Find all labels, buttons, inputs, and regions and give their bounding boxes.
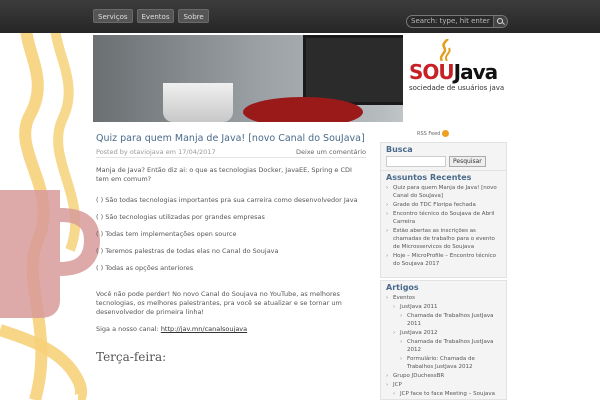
sidebar: RSS Feed Busca Pesquisar Assuntos Recent… <box>380 128 507 400</box>
widget-articles: Artigos Eventos JustJava 2011 Chamada de… <box>380 280 507 400</box>
mug-image <box>163 83 233 122</box>
article-item[interactable]: JustJava 2012 <box>393 329 501 337</box>
recent-list: Quiz para quem Manja de Java! [novo Cana… <box>381 184 506 268</box>
quiz-option: ( ) Todas as opções anteriores <box>96 264 194 272</box>
recent-item[interactable]: Encontro técnico do Soujava de Abril Car… <box>386 210 501 226</box>
soujava-logo: SOUJava <box>409 60 498 84</box>
rss-icon <box>442 130 450 137</box>
quiz-option: ( ) São tecnologias utilizadas por grand… <box>96 213 265 221</box>
post-meta-on: em <box>165 148 177 156</box>
quiz-option: ( ) Todas tem implementações open source <box>96 230 237 238</box>
widget-recent-title: Assuntos Recentes <box>386 173 472 182</box>
nav-item-servicos[interactable]: Serviços <box>93 9 133 23</box>
recent-item[interactable]: Hoje – MicroProfile – Encontro técnico d… <box>386 252 501 268</box>
post-body: Manja de Java? Então diz ai: o que as te… <box>96 166 366 334</box>
articles-list: Eventos JustJava 2011 Chamada de Trabalh… <box>381 294 506 398</box>
logo-java-text: Java <box>453 60 498 84</box>
article-item[interactable]: JCP <box>386 381 501 389</box>
widget-recent: Assuntos Recentes Quiz para quem Manja d… <box>380 170 507 278</box>
logo-sou-text: SOU <box>409 60 455 84</box>
search-icon[interactable] <box>493 16 507 27</box>
widget-search: Busca Pesquisar <box>380 142 507 172</box>
comments-link[interactable]: Deixe um comentário <box>296 148 366 156</box>
top-nav: Serviços Eventos Sobre <box>93 9 209 23</box>
top-search: Search: type, hit enter <box>406 15 508 28</box>
sidebar-search-button[interactable]: Pesquisar <box>449 156 486 167</box>
widget-search-title: Busca <box>386 145 413 154</box>
article-item[interactable]: JustJava 2011 <box>393 303 501 311</box>
nav-item-eventos[interactable]: Eventos <box>136 9 175 23</box>
post-meta-prefix: Posted by <box>96 148 128 156</box>
sidebar-search-input[interactable] <box>386 156 446 167</box>
recent-item[interactable]: Estão abertas as inscrições as chamadas … <box>386 227 501 251</box>
next-heading: Terça-feira: <box>96 350 167 364</box>
post-follow: Siga a nosso canal: http://jav.mn/canals… <box>96 325 366 334</box>
top-bar: Serviços Eventos Sobre Search: type, hit… <box>0 0 600 33</box>
post-cta: Você não pode perder! No novo Canal do S… <box>96 290 342 316</box>
rss-label: RSS Feed <box>417 130 441 137</box>
post-date: 17/04/2017 <box>178 148 216 156</box>
steam-logo-icon <box>439 39 451 61</box>
article-item[interactable]: JCP face to face Meeting – Soujava <box>393 390 501 398</box>
article-item[interactable]: Formulário: Chamada de Trabalhos JustJav… <box>400 355 501 371</box>
recent-item[interactable]: Quiz para quem Manja de Java! [novo Cana… <box>386 184 501 200</box>
article-item[interactable]: Chamada de Trabalhos JustJava 2011 <box>400 312 501 328</box>
nav-item-sobre[interactable]: Sobre <box>178 9 209 23</box>
quiz-option: ( ) São todas tecnologias importantes pr… <box>96 196 358 204</box>
post-intro: Manja de Java? Então diz ai: o que as te… <box>96 166 352 183</box>
article-item[interactable]: Grupo JDuchessBR <box>386 372 501 380</box>
channel-link[interactable]: http://jav.mn/canalsoujava <box>161 325 247 333</box>
widget-articles-title: Artigos <box>386 283 419 292</box>
post-author[interactable]: otaviojava <box>130 148 164 156</box>
recent-item[interactable]: Grade do TDC Floripa fechada <box>386 201 501 209</box>
header-banner[interactable]: SOUJava sociedade de usuários java <box>93 35 507 122</box>
main-content: Quiz para quem Manja de Java! [novo Cana… <box>96 133 366 364</box>
rss-feed[interactable]: RSS Feed <box>417 130 450 137</box>
article-item[interactable]: Chamada de Trabalhos JustJava 2012 <box>400 338 501 354</box>
article-item[interactable]: Eventos <box>386 294 501 302</box>
logo-subtitle: sociedade de usuários java <box>409 84 505 92</box>
top-search-input[interactable]: Search: type, hit enter <box>407 16 493 27</box>
follow-text: Siga a nosso canal: <box>96 325 159 333</box>
quiz-option: ( ) Teremos palestras de todas elas no C… <box>96 247 279 255</box>
post-meta: Posted by otaviojava em 17/04/2017 Deixe… <box>96 148 366 158</box>
post-title[interactable]: Quiz para quem Manja de Java! [novo Cana… <box>96 133 366 145</box>
red-cup-image <box>243 97 363 122</box>
